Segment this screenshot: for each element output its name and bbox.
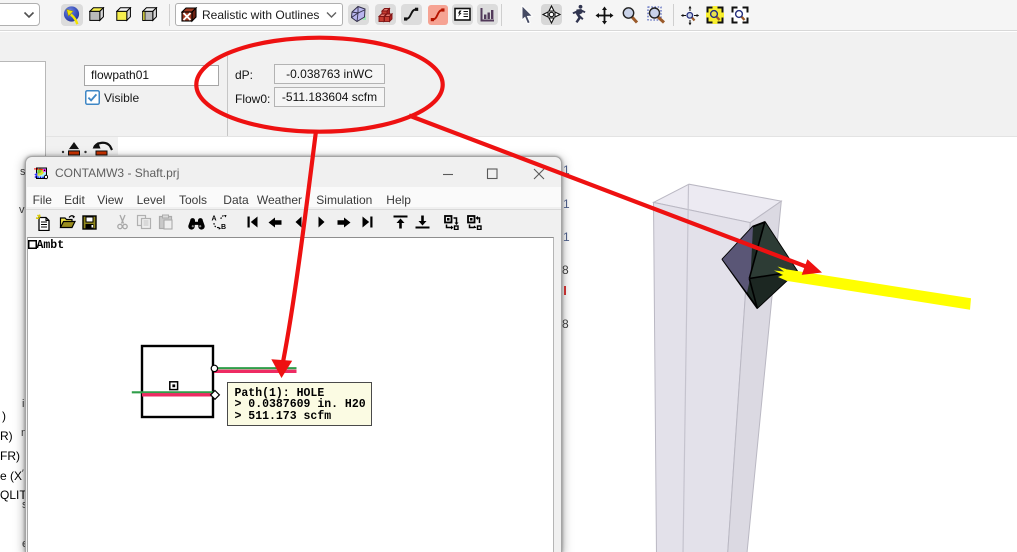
svg-text:A: A: [212, 216, 217, 223]
svg-text:B: B: [221, 224, 226, 230]
